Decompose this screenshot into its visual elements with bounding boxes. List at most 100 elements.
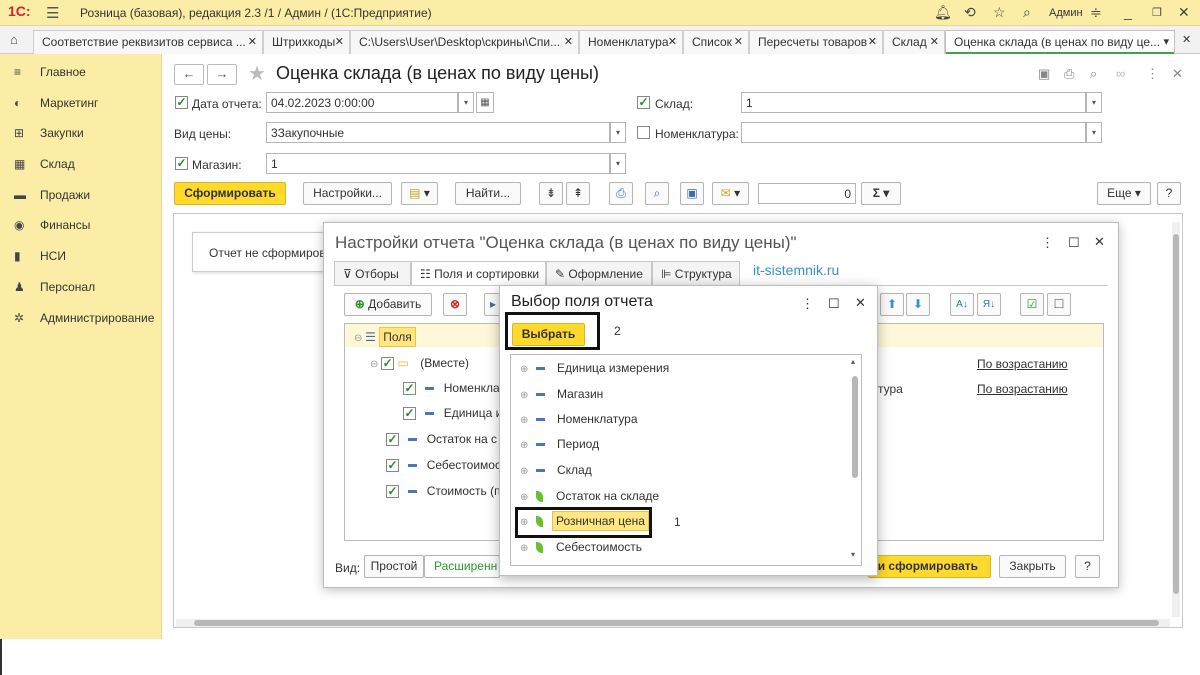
more-vert-icon[interactable]: ⋮ [801, 296, 814, 312]
list-item[interactable]: ⊕ Остаток на складе [520, 489, 659, 509]
report-date-dropdown[interactable]: ▾ [458, 92, 474, 113]
maximize-icon[interactable]: ☐ [1068, 235, 1080, 251]
sidebar-item-personnel[interactable]: ♟ Персонал [14, 280, 95, 300]
minimize-icon[interactable]: _ [1124, 4, 1132, 20]
warehouse-field[interactable]: 1 [741, 92, 1086, 113]
more-button[interactable]: Еще ▾ [1097, 182, 1151, 205]
scroll-thumb[interactable] [1173, 234, 1179, 594]
tab-requisites[interactable]: Соответствие реквизитов сервиса ... ✕ [33, 30, 263, 54]
tree-row-fields[interactable]: ⊖ ☰ Поля [354, 327, 416, 350]
maximize-icon[interactable]: ☐ [828, 296, 840, 312]
expand-icon[interactable]: ⊕ [520, 466, 536, 477]
delete-field-icon[interactable]: ⊗ [443, 293, 467, 316]
close-tab-icon[interactable]: ✕ [668, 35, 677, 48]
history-icon[interactable]: ⟲ [964, 4, 976, 21]
close-tab-icon[interactable]: ✕ [564, 35, 573, 48]
list-item[interactable]: ⊕ Магазин [520, 387, 603, 407]
variant-dropdown-button[interactable]: ▤ ▾ [401, 182, 438, 205]
tab-warehouse[interactable]: Склад ✕ [883, 30, 945, 54]
close-dialog-icon[interactable]: ✕ [1094, 234, 1105, 250]
close-tab-icon[interactable]: ✕ [868, 35, 877, 48]
tree-checkbox[interactable]: ✓ [381, 357, 395, 371]
store-field[interactable]: 1 [266, 153, 610, 174]
h-scroll-thumb[interactable] [194, 620, 1159, 626]
report-date-checkbox[interactable]: ✓ [175, 96, 188, 109]
tree-checkbox[interactable]: ✓ [403, 382, 416, 396]
report-date-field[interactable]: 04.02.2023 0:00:00 [266, 92, 458, 113]
tree-row-cost[interactable]: ✓ Себестоимос [386, 458, 501, 478]
sidebar-item-purchases[interactable]: ⊞ Закупки [14, 126, 84, 146]
tab-appearance[interactable]: ✎ Оформление [546, 261, 652, 285]
expand-icon[interactable]: ⊕ [520, 517, 536, 528]
sort-descending-icon[interactable]: Я↓ [977, 293, 1001, 316]
search-icon[interactable]: ⌕ [1023, 4, 1031, 21]
sidebar-item-marketing[interactable]: ◐ Маркетинг [14, 96, 98, 116]
help-button[interactable]: ? [1157, 182, 1181, 205]
link-icon[interactable]: ∞ [1116, 66, 1125, 81]
close-and-generate-button[interactable]: и сформировать [868, 555, 991, 578]
report-horizontal-scrollbar[interactable] [176, 619, 1170, 627]
settings-help-button[interactable]: ? [1075, 555, 1100, 578]
collapse-icon[interactable]: ⊖ [354, 333, 365, 344]
sum-dropdown-button[interactable]: Σ ▾ [861, 182, 901, 205]
close-button[interactable]: Закрыть [999, 555, 1066, 578]
expand-icon[interactable]: ⊕ [520, 440, 536, 451]
favorite-star-icon[interactable]: ★ [248, 61, 266, 86]
uncheck-all-icon[interactable]: ☐ [1047, 293, 1071, 316]
tree-row-nomenclature[interactable]: ✓ Номенкла [403, 381, 500, 401]
tree-row-unit[interactable]: ✓ Единица и [403, 406, 502, 426]
expand-icon[interactable]: ⊕ [520, 390, 536, 401]
view-simple-button[interactable]: Простой [364, 555, 424, 578]
tab-file-path[interactable]: C:\Users\User\Desktop\скрины\Спи... ✕ [350, 30, 579, 54]
expand-icon[interactable]: ⊕ [520, 364, 536, 375]
close-form-icon[interactable]: ✕ [1172, 66, 1183, 82]
list-item[interactable]: ⊕ Номенклатура [520, 412, 638, 432]
settings-button[interactable]: Настройки... [303, 182, 392, 205]
close-tab-icon[interactable]: ✕ [734, 35, 743, 48]
expand-icon[interactable]: ⊕ [520, 415, 536, 426]
tab-warehouse-evaluation[interactable]: Оценка склада (в ценах по виду це... ▾ [945, 30, 1175, 54]
sidebar-item-main[interactable]: ≡ Главное [14, 65, 86, 85]
calendar-icon[interactable]: ▦ [476, 92, 494, 113]
sort-ascending-icon[interactable]: A↓ [950, 293, 974, 316]
more-vert-icon[interactable]: ⋮ [1041, 235, 1054, 251]
favorites-star-icon[interactable]: ☆ [993, 4, 1006, 21]
warehouse-checkbox[interactable]: ✓ [637, 96, 650, 109]
tab-structure[interactable]: ⊫ Структура [652, 261, 740, 285]
check-all-icon[interactable]: ☑ [1020, 293, 1044, 316]
tree-checkbox[interactable]: ✓ [386, 485, 399, 499]
nomenclature-dropdown[interactable]: ▾ [1086, 122, 1102, 143]
report-vertical-scrollbar[interactable] [1172, 222, 1180, 617]
list-item[interactable]: ⊕ Себестоимость [520, 540, 642, 560]
back-button[interactable]: ← [174, 64, 204, 85]
settings-lines-icon[interactable]: ≑ [1090, 4, 1102, 21]
sort-direction-link[interactable]: По возрастанию [977, 382, 1068, 396]
email-dropdown-button[interactable]: ✉ ▾ [712, 182, 749, 205]
list-item[interactable]: ⊕ Склад [520, 463, 592, 483]
select-button[interactable]: Выбрать [512, 323, 585, 346]
print-icon[interactable]: ⎙ [1064, 66, 1074, 82]
close-dialog-icon[interactable]: ✕ [855, 295, 866, 311]
tab-fields-and-sorting[interactable]: ☷ Поля и сортировки [411, 261, 546, 286]
tab-dropdown-icon[interactable]: ▾ [1163, 35, 1169, 48]
bell-icon[interactable]: 🔔︎ [934, 4, 952, 21]
sidebar-item-finance[interactable]: ◉ Финансы [14, 218, 90, 238]
price-type-field[interactable]: 3Закупочные [266, 122, 610, 143]
expand-groups-icon[interactable]: ⇞ [566, 182, 590, 205]
home-icon[interactable]: ⌂ [10, 32, 18, 47]
tab-list[interactable]: Список ✕ [683, 30, 749, 54]
collapse-groups-icon[interactable]: ⇟ [539, 182, 563, 205]
tree-checkbox[interactable]: ✓ [386, 459, 399, 473]
list-item-retail-price[interactable]: ⊕ Розничная цена [520, 511, 649, 534]
save-button-icon[interactable]: ▣ [680, 182, 704, 205]
list-item[interactable]: ⊕ Период [520, 437, 599, 457]
warehouse-dropdown[interactable]: ▾ [1086, 92, 1102, 113]
scroll-up-icon[interactable]: ▴ [851, 357, 855, 366]
close-icon[interactable]: ✕ [1178, 4, 1190, 21]
expand-icon[interactable]: ⊕ [520, 543, 536, 554]
close-active-tab-icon[interactable]: ✕ [1182, 33, 1191, 46]
nomenclature-checkbox[interactable] [637, 126, 650, 139]
scroll-down-icon[interactable]: ▾ [851, 550, 855, 559]
tab-barcodes[interactable]: Штрихкоды ✕ [263, 30, 350, 54]
sidebar-item-nsi[interactable]: ▮ НСИ [14, 249, 66, 269]
